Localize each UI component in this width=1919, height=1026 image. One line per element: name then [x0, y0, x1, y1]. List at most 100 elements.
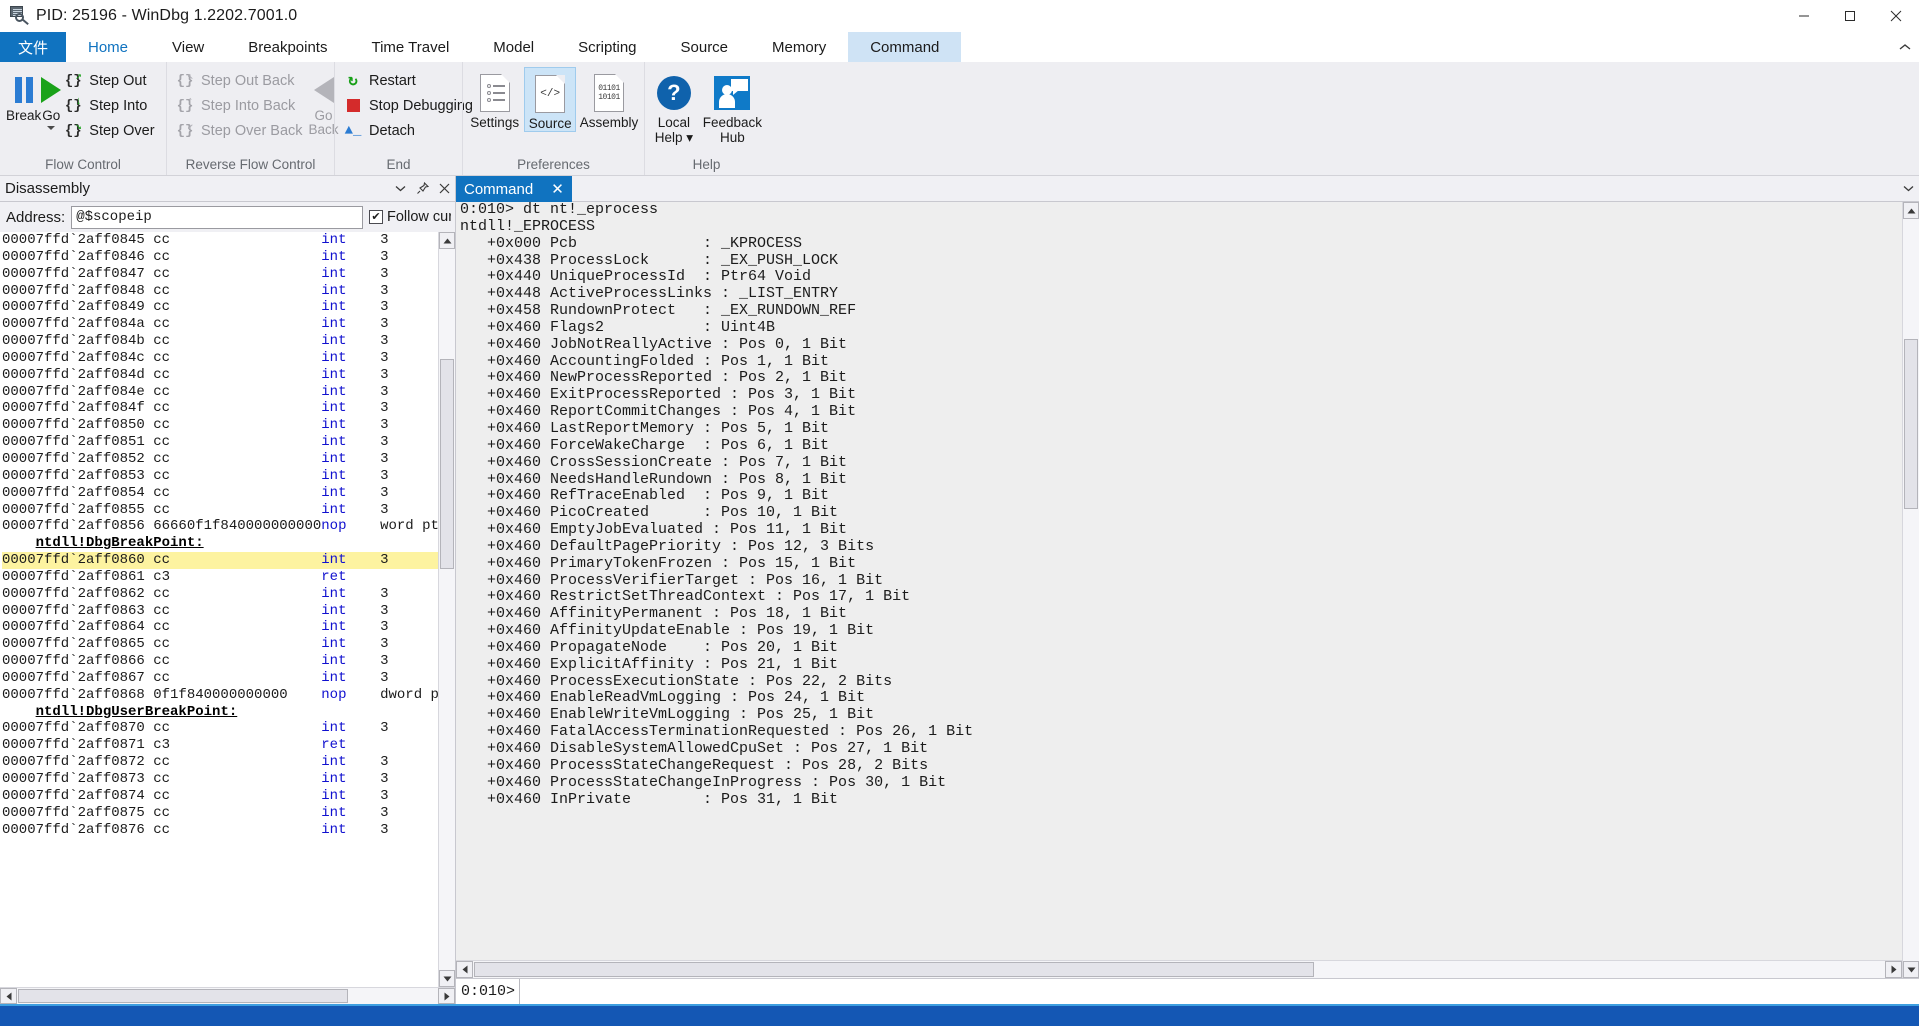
disassembly-line[interactable]: 00007ffd`2aff0848 cc int 3	[2, 283, 438, 300]
disassembly-line[interactable]: 00007ffd`2aff0849 cc int 3	[2, 299, 438, 316]
command-hscroll-thumb[interactable]	[474, 962, 1314, 977]
disassembly-line[interactable]: 00007ffd`2aff0852 cc int 3	[2, 451, 438, 468]
command-output-line: +0x460 PicoCreated : Pos 10, 1 Bit	[460, 504, 839, 522]
chevron-down-icon[interactable]	[389, 178, 411, 200]
disassembly-line[interactable]: 00007ffd`2aff0845 cc int 3	[2, 232, 438, 249]
disassembly-line[interactable]: 00007ffd`2aff0847 cc int 3	[2, 266, 438, 283]
disassembly-text[interactable]: 00007ffd`2aff0845 cc int 3 00007ffd`2aff0…	[0, 232, 438, 987]
close-button[interactable]	[1873, 0, 1919, 32]
tab-breakpoints[interactable]: Breakpoints	[226, 32, 349, 62]
disassembly-line[interactable]: 00007ffd`2aff0873 cc int 3	[2, 771, 438, 788]
step-into-button[interactable]: {} ↓ Step Into	[61, 94, 160, 117]
tab-command[interactable]: Command	[848, 32, 962, 62]
tab-source[interactable]: Source	[659, 32, 751, 62]
scroll-down-icon[interactable]	[439, 970, 455, 987]
disassembly-scroll-thumb[interactable]	[440, 359, 454, 569]
command-input[interactable]	[520, 979, 1919, 1004]
stop-debugging-button[interactable]: Stop Debugging	[341, 94, 479, 117]
disassembly-line[interactable]: 00007ffd`2aff084e cc int 3	[2, 384, 438, 401]
scroll-left-icon[interactable]	[456, 961, 473, 978]
tab-scripting[interactable]: Scripting	[556, 32, 658, 62]
feedback-hub-button[interactable]: Feedback Hub	[703, 67, 762, 145]
tab-view[interactable]: View	[150, 32, 226, 62]
disassembly-line[interactable]: 00007ffd`2aff0855 cc int 3	[2, 502, 438, 519]
scroll-up-icon[interactable]	[439, 232, 455, 249]
disassembly-line[interactable]: 00007ffd`2aff0866 cc int 3	[2, 653, 438, 670]
disassembly-symbol-line[interactable]: ntdll!DbgUserBreakPoint:	[2, 704, 438, 721]
disassembly-line[interactable]: 00007ffd`2aff084a cc int 3	[2, 316, 438, 333]
restart-button[interactable]: ↻ Restart	[341, 69, 479, 92]
follow-current-checkbox[interactable]: ✔ Follow cur	[369, 209, 451, 225]
chevron-down-icon[interactable]	[47, 126, 56, 130]
break-button[interactable]: Break	[6, 67, 41, 123]
tab-time-travel[interactable]: Time Travel	[349, 32, 471, 62]
mnemonic: ret	[321, 737, 372, 754]
disassembly-line[interactable]: 00007ffd`2aff0870 cc int 3	[2, 720, 438, 737]
local-help-button[interactable]: ? Local Help ▾	[651, 67, 697, 146]
disassembly-line[interactable]: 00007ffd`2aff0846 cc int 3	[2, 249, 438, 266]
disassembly-line[interactable]: 00007ffd`2aff0851 cc int 3	[2, 434, 438, 451]
chevron-down-icon[interactable]	[1897, 176, 1919, 202]
disassembly-line[interactable]: 00007ffd`2aff0850 cc int 3	[2, 417, 438, 434]
command-tab[interactable]: Command ✕	[456, 176, 572, 202]
disassembly-line[interactable]: 00007ffd`2aff0872 cc int 3	[2, 754, 438, 771]
tab-home[interactable]: Home	[66, 32, 150, 62]
command-hscroll-track[interactable]	[473, 961, 1885, 978]
scroll-right-icon[interactable]	[438, 988, 455, 1004]
disassembly-scroll-track[interactable]	[439, 249, 455, 970]
pin-icon[interactable]	[411, 178, 433, 200]
command-scroll-track[interactable]	[1903, 219, 1919, 961]
close-icon[interactable]: ✕	[551, 182, 564, 197]
disassembly-line[interactable]: 00007ffd`2aff0865 cc int 3	[2, 636, 438, 653]
disassembly-line[interactable]: 00007ffd`2aff0856 66660f1f840000000000no…	[2, 518, 438, 535]
step-out-button[interactable]: {} ↗ Step Out	[61, 69, 160, 92]
scroll-down-icon[interactable]	[1903, 961, 1919, 978]
settings-button[interactable]: Settings	[469, 67, 520, 130]
disassembly-line[interactable]: 00007ffd`2aff0863 cc int 3	[2, 603, 438, 620]
disassembly-vertical-scrollbar[interactable]	[438, 232, 455, 987]
disassembly-horizontal-scrollbar[interactable]	[0, 987, 455, 1004]
minimize-button[interactable]	[1781, 0, 1827, 32]
disassembly-line[interactable]: 00007ffd`2aff0867 cc int 3	[2, 670, 438, 687]
command-output-line: +0x458 RundownProtect : _EX_RUNDOWN_REF	[460, 302, 857, 320]
command-horizontal-scrollbar[interactable]	[456, 960, 1902, 978]
disassembly-line[interactable]: 00007ffd`2aff0854 cc int 3	[2, 485, 438, 502]
disassembly-line[interactable]: 00007ffd`2aff0875 cc int 3	[2, 805, 438, 822]
disassembly-line[interactable]: 00007ffd`2aff084c cc int 3	[2, 350, 438, 367]
command-scroll-thumb[interactable]	[1904, 339, 1918, 509]
disassembly-hscroll-track[interactable]	[17, 988, 438, 1004]
close-icon[interactable]	[433, 178, 455, 200]
disassembly-line[interactable]: 00007ffd`2aff0864 cc int 3	[2, 619, 438, 636]
disassembly-line[interactable]: 00007ffd`2aff084f cc int 3	[2, 400, 438, 417]
disassembly-line[interactable]: 00007ffd`2aff0861 c3 ret	[2, 569, 438, 586]
disassembly-line[interactable]: 00007ffd`2aff0874 cc int 3	[2, 788, 438, 805]
disassembly-line[interactable]: 00007ffd`2aff0862 cc int 3	[2, 586, 438, 603]
scroll-left-icon[interactable]	[0, 988, 17, 1004]
step-over-button[interactable]: {} ↘ Step Over	[61, 119, 160, 142]
disassembly-line[interactable]: 00007ffd`2aff0876 cc int 3	[2, 822, 438, 839]
disassembly-line[interactable]: 00007ffd`2aff0868 0f1f840000000000 nop d…	[2, 687, 438, 704]
ribbon-tab-filler	[961, 32, 1891, 62]
command-vertical-scrollbar[interactable]	[1902, 202, 1919, 978]
command-output-line: +0x460 RestrictSetThreadContext : Pos 17…	[460, 588, 911, 606]
scroll-right-icon[interactable]	[1885, 961, 1902, 978]
disassembly-line[interactable]: 00007ffd`2aff0860 cc int 3	[2, 552, 438, 569]
tab-file[interactable]: 文件	[0, 32, 66, 62]
scroll-up-icon[interactable]	[1903, 202, 1919, 219]
disassembly-line[interactable]: 00007ffd`2aff084b cc int 3	[2, 333, 438, 350]
disassembly-hscroll-thumb[interactable]	[18, 989, 348, 1003]
assembly-button[interactable]: 01101 10101 Assembly	[580, 67, 638, 130]
tab-model[interactable]: Model	[471, 32, 556, 62]
tab-memory[interactable]: Memory	[750, 32, 848, 62]
chevron-up-icon[interactable]	[1891, 32, 1919, 62]
command-output[interactable]: 0:010> dt nt!_eprocess ntdll!_EPROCESS +0…	[456, 202, 1902, 960]
source-button[interactable]: </> Source	[524, 67, 576, 132]
address-input[interactable]: @$scopeip	[71, 205, 363, 229]
disassembly-line[interactable]: 00007ffd`2aff0853 cc int 3	[2, 468, 438, 485]
disassembly-symbol-line[interactable]: ntdll!DbgBreakPoint:	[2, 535, 438, 552]
disassembly-line[interactable]: 00007ffd`2aff084d cc int 3	[2, 367, 438, 384]
disassembly-line[interactable]: 00007ffd`2aff0871 c3 ret	[2, 737, 438, 754]
detach-button[interactable]: ▲_ Detach	[341, 119, 479, 142]
go-button[interactable]: Go	[41, 67, 62, 130]
maximize-button[interactable]	[1827, 0, 1873, 32]
